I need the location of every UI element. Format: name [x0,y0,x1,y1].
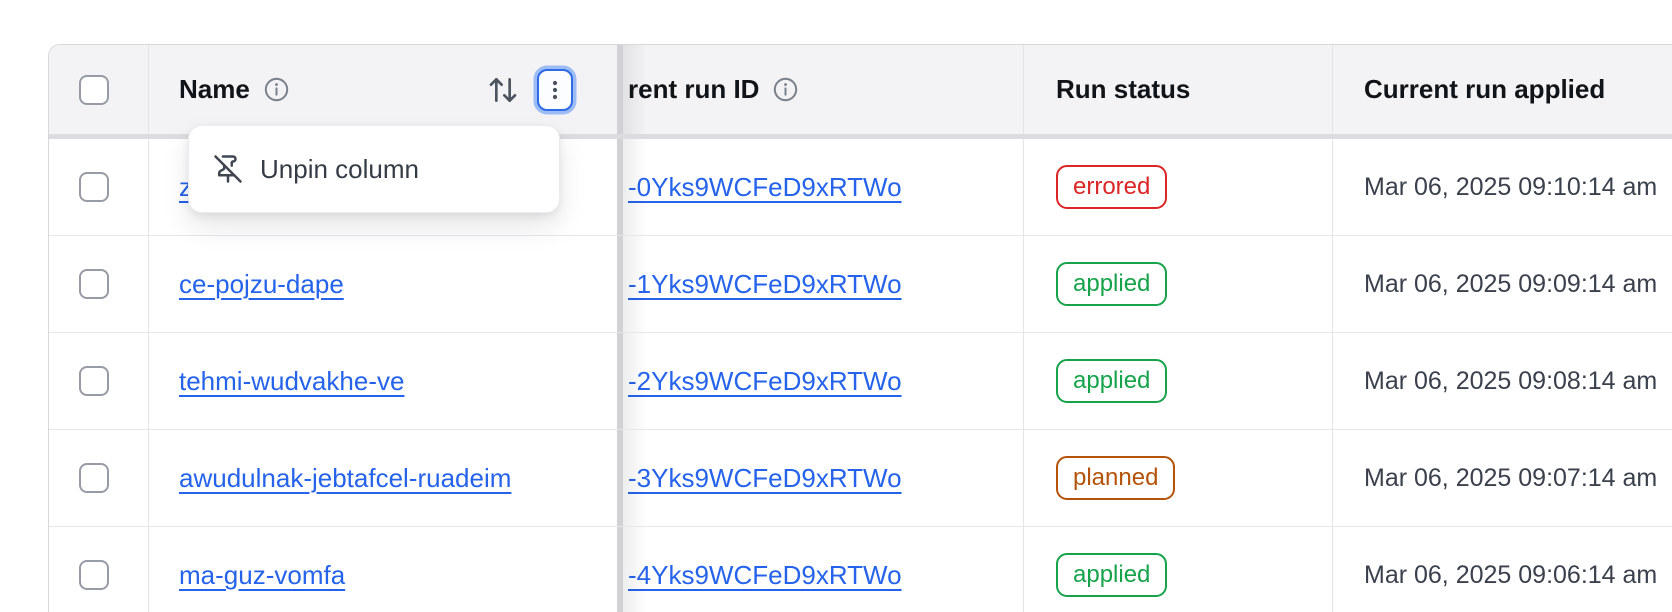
menu-item-label: Unpin column [260,154,419,185]
current-run-applied-cell: Mar 06, 2025 09:08:14 am [1333,333,1672,429]
row-checkbox-cell [49,527,149,612]
row-checkbox[interactable] [79,172,109,202]
run-status-cell: errored [1024,139,1333,235]
row-checkbox-cell [49,333,149,429]
run-id-link[interactable]: -0Yks9WCFeD9xRTWo [628,172,902,203]
run-id-link[interactable]: -1Yks9WCFeD9xRTWo [628,269,902,300]
name-link[interactable]: tehmi-wudvakhe-ve [179,366,404,397]
pinned-column-divider[interactable] [617,45,623,134]
pinned-column-divider [617,333,623,429]
header-checkbox-cell [49,45,149,134]
row-checkbox-cell [49,236,149,332]
pinned-column-divider [617,430,623,526]
run-id-column-label: rent run ID [628,74,759,105]
run-status-cell: applied [1024,333,1333,429]
pinned-column-divider [617,236,623,332]
select-all-checkbox[interactable] [79,75,109,105]
row-checkbox[interactable] [79,463,109,493]
table-row: awudulnak-jebtafcel-ruadeim -3Yks9WCFeD9… [49,430,1672,527]
status-badge: applied [1056,262,1167,306]
row-checkbox-cell [49,139,149,235]
kebab-menu-icon [543,78,567,102]
run-id-column-header: rent run ID [623,45,1024,134]
status-badge: errored [1056,165,1167,209]
runs-table-screen: Name rent run ID [0,0,1672,612]
name-link[interactable]: awudulnak-jebtafcel-ruadeim [179,463,511,494]
pin-off-icon [213,154,243,184]
run-status-cell: applied [1024,527,1333,612]
current-run-applied-cell: Mar 06, 2025 09:06:14 am [1333,527,1672,612]
name-cell: ma-guz-vomfa [149,527,617,612]
name-link[interactable]: ce-pojzu-dape [179,269,344,300]
applied-timestamp: Mar 06, 2025 09:07:14 am [1364,464,1657,493]
run-id-link[interactable]: -2Yks9WCFeD9xRTWo [628,366,902,397]
status-badge: applied [1056,359,1167,403]
row-checkbox[interactable] [79,366,109,396]
status-badge: applied [1056,553,1167,597]
current-run-applied-column-header: Current run applied [1333,45,1672,134]
current-run-applied-cell: Mar 06, 2025 09:07:14 am [1333,430,1672,526]
sort-arrows-icon[interactable] [487,74,519,106]
run-status-column-label: Run status [1056,74,1190,105]
current-run-applied-cell: Mar 06, 2025 09:10:14 am [1333,139,1672,235]
name-column-label: Name [179,74,250,105]
run-id-cell: -3Yks9WCFeD9xRTWo [623,430,1024,526]
column-context-menu: Unpin column [188,125,560,213]
current-run-applied-column-label: Current run applied [1364,74,1605,105]
name-cell: ce-pojzu-dape [149,236,617,332]
run-id-cell: -1Yks9WCFeD9xRTWo [623,236,1024,332]
applied-timestamp: Mar 06, 2025 09:08:14 am [1364,367,1657,396]
status-badge: planned [1056,456,1175,500]
info-icon[interactable] [772,76,799,103]
pinned-column-divider [617,527,623,612]
applied-timestamp: Mar 06, 2025 09:10:14 am [1364,173,1657,202]
menu-item-unpin-column[interactable]: Unpin column [189,126,559,212]
run-id-link[interactable]: -4Yks9WCFeD9xRTWo [628,560,902,591]
applied-timestamp: Mar 06, 2025 09:06:14 am [1364,561,1657,590]
info-icon[interactable] [263,76,290,103]
column-menu-button[interactable] [537,69,573,111]
run-status-cell: planned [1024,430,1333,526]
run-status-cell: applied [1024,236,1333,332]
current-run-applied-cell: Mar 06, 2025 09:09:14 am [1333,236,1672,332]
name-link[interactable]: ma-guz-vomfa [179,560,345,591]
row-checkbox[interactable] [79,269,109,299]
row-checkbox-cell [49,430,149,526]
run-id-cell: -2Yks9WCFeD9xRTWo [623,333,1024,429]
pinned-column-divider [617,139,623,235]
run-status-column-header: Run status [1024,45,1333,134]
run-id-cell: -4Yks9WCFeD9xRTWo [623,527,1024,612]
run-id-link[interactable]: -3Yks9WCFeD9xRTWo [628,463,902,494]
table-row: ma-guz-vomfa -4Yks9WCFeD9xRTWo applied M… [49,527,1672,612]
table-row: tehmi-wudvakhe-ve -2Yks9WCFeD9xRTWo appl… [49,333,1672,430]
table-row: ce-pojzu-dape -1Yks9WCFeD9xRTWo applied … [49,236,1672,333]
row-checkbox[interactable] [79,560,109,590]
applied-timestamp: Mar 06, 2025 09:09:14 am [1364,270,1657,299]
name-cell: awudulnak-jebtafcel-ruadeim [149,430,617,526]
name-cell: tehmi-wudvakhe-ve [149,333,617,429]
run-id-cell: -0Yks9WCFeD9xRTWo [623,139,1024,235]
name-column-header: Name [149,45,617,134]
